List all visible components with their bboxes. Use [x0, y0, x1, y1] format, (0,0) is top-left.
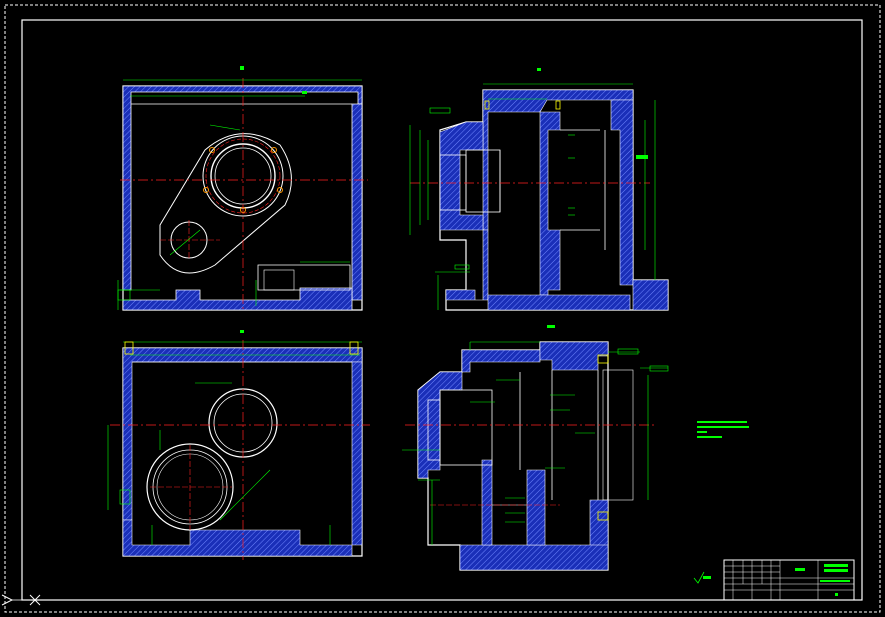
front-section-view[interactable]: [409, 68, 669, 311]
side-section-view[interactable]: [402, 325, 669, 571]
ucs-axis-icon[interactable]: [1, 594, 41, 606]
roughness-symbol: [693, 571, 711, 584]
title-block: [723, 559, 855, 601]
technical-notes: [697, 421, 749, 438]
bottom-view[interactable]: [107, 330, 370, 560]
top-view[interactable]: [117, 66, 368, 312]
cad-drawing-canvas[interactable]: [0, 0, 885, 617]
